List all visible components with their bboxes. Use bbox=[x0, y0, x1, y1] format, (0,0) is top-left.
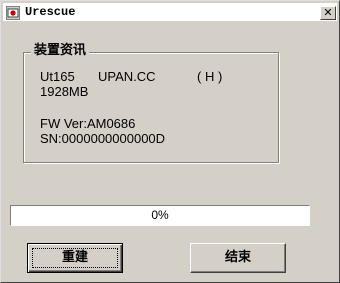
drive-letter: ( H ) bbox=[197, 69, 223, 84]
device-capacity: 1928MB bbox=[40, 84, 89, 99]
device-model: Ut165 bbox=[40, 69, 75, 84]
window-title: Urescue bbox=[25, 5, 76, 19]
focus-rect bbox=[32, 248, 118, 268]
app-icon[interactable] bbox=[6, 5, 20, 20]
close-icon: ✕ bbox=[323, 6, 333, 19]
rebuild-button[interactable]: 重建 bbox=[27, 243, 123, 273]
device-vendor: UPAN.CC bbox=[98, 69, 156, 84]
close-button[interactable]: ✕ bbox=[320, 6, 336, 20]
device-info-label: 装置资讯 bbox=[31, 42, 90, 60]
finish-button-label: 结束 bbox=[224, 250, 251, 265]
serial-number: SN:0000000000000D bbox=[40, 131, 166, 146]
title-bar[interactable]: Urescue ✕ bbox=[3, 3, 337, 21]
finish-button[interactable]: 结束 bbox=[190, 243, 286, 273]
firmware-version: FW Ver:AM0686 bbox=[40, 116, 136, 131]
progress-label: 0% bbox=[151, 208, 169, 222]
progress-bar: 0% bbox=[10, 205, 310, 226]
urescue-window: Urescue ✕ 装置资讯 Ut165 UPAN.CC ( H ) 1928M… bbox=[0, 0, 340, 283]
